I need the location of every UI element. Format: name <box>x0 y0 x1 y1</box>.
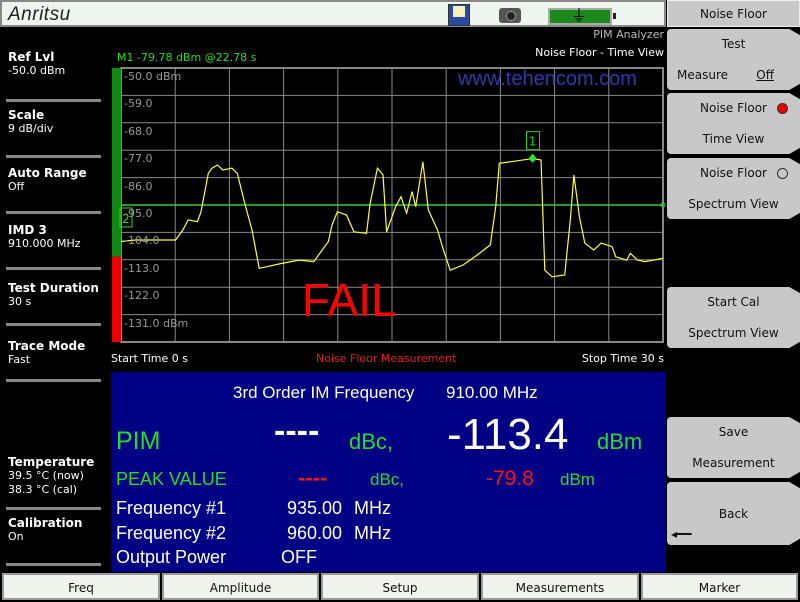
back-arrow-icon: ◂━━ <box>671 527 692 541</box>
dbc-unit: dBc, <box>370 470 405 489</box>
noise-floor-spectrum-view-button[interactable]: Noise Floor Spectrum View <box>667 158 800 219</box>
fail-indicator: FAIL <box>302 274 397 326</box>
mhz-unit: MHz <box>354 498 391 518</box>
softkey-menu-title: Noise Floor <box>667 0 800 27</box>
mhz-unit: MHz <box>354 523 391 543</box>
tab-freq[interactable]: Freq <box>2 573 160 600</box>
frequency-2-value: 960.00 <box>287 523 343 543</box>
im-frequency-label: 3rd Order IM Frequency <box>233 383 415 402</box>
frequency-1-label: Frequency #1 <box>116 498 227 518</box>
peak-value-label: PEAK VALUE <box>116 469 227 489</box>
pim-dbm-value: -113.4 <box>447 410 569 459</box>
divider <box>6 379 101 382</box>
test-measure-state: Off <box>756 68 774 82</box>
y-tick-label: -50.0 dBm <box>124 70 182 83</box>
param-value: On <box>8 530 24 543</box>
param-label: Calibration <box>8 516 83 530</box>
peak-dbc-value: ---- <box>298 465 328 490</box>
y-tick-label: -113.0 <box>124 261 160 275</box>
radio-unselected-icon <box>777 168 788 179</box>
frequency-2-label: Frequency #2 <box>116 523 227 543</box>
back-button[interactable]: Back ◂━━ <box>667 482 800 545</box>
y-tick-label: -104.0 <box>124 234 160 248</box>
y-tick-label: -68.0 <box>124 124 153 138</box>
tab-measurements[interactable]: Measurements <box>481 573 639 600</box>
pim-dbc-value: ---- <box>274 412 320 450</box>
softkey-label: Start Cal <box>707 295 760 309</box>
tab-setup[interactable]: Setup <box>321 573 479 600</box>
output-power-value: OFF <box>281 547 317 567</box>
y-tick-label: -77.0 <box>124 152 153 166</box>
y-tick-label: -122.0 <box>124 289 160 303</box>
results-panel: 3rd Order IM Frequency 910.00 MHz PIM --… <box>111 372 666 572</box>
noise-floor-time-view-button[interactable]: Noise Floor Time View <box>667 93 800 154</box>
softkey-label: Spectrum View <box>688 326 779 340</box>
tab-amplitude[interactable]: Amplitude <box>162 573 319 600</box>
softkey-label: Test <box>721 37 746 51</box>
softkey-label: Spectrum View <box>688 197 779 211</box>
param-label: Temperature <box>8 455 95 469</box>
start-time: Start Time 0 s <box>111 352 189 365</box>
stop-time: Stop Time 30 s <box>581 352 664 365</box>
divider <box>6 563 101 566</box>
pim-label: PIM <box>116 427 161 455</box>
param-calibration: Calibration On <box>8 516 103 544</box>
y-tick-label: -86.0 <box>124 179 153 193</box>
frequency-1-value: 935.00 <box>287 498 343 518</box>
y-tick-label: -59.0 <box>124 97 153 111</box>
start-cal-spectrum-view-button[interactable]: Start Cal Spectrum View <box>667 287 800 348</box>
test-measure-button[interactable]: Test Measure Off <box>667 29 800 90</box>
pass-bar <box>112 68 121 257</box>
watermark: www.tehencom.com <box>458 68 637 90</box>
fail-bar <box>112 256 121 342</box>
marker-1-label: 1 <box>529 135 537 149</box>
softkey-label: Time View <box>702 132 765 146</box>
softkey-label: Measure <box>677 68 728 82</box>
softkey-label: Measurement <box>692 456 775 470</box>
y-tick-label: -95.0 <box>124 207 153 220</box>
dbc-unit: dBc, <box>349 429 394 454</box>
im-frequency-value: 910.00 MHz <box>446 383 538 402</box>
y-tick-label: -131.0 dBm <box>124 316 189 330</box>
param-value: 39.5 °C (now) <box>8 469 84 482</box>
param-value-cal: 38.3 °C (cal) <box>8 483 78 496</box>
tab-marker[interactable]: Marker <box>641 573 798 600</box>
divider <box>6 507 101 510</box>
save-measurement-button[interactable]: Save Measurement <box>667 417 800 478</box>
measurement-title: Noise Floor Measurement <box>316 352 457 365</box>
radio-selected-icon <box>777 103 788 114</box>
dbm-unit: dBm <box>597 429 643 454</box>
param-temperature: Temperature 39.5 °C (now) 38.3 °C (cal) <box>8 455 103 497</box>
output-power-label: Output Power <box>116 547 227 567</box>
peak-dbm-value: -79.8 <box>486 467 534 490</box>
softkey-label: Save <box>718 425 749 439</box>
dbm-unit: dBm <box>560 470 595 489</box>
softkey-label: Back <box>718 507 749 521</box>
